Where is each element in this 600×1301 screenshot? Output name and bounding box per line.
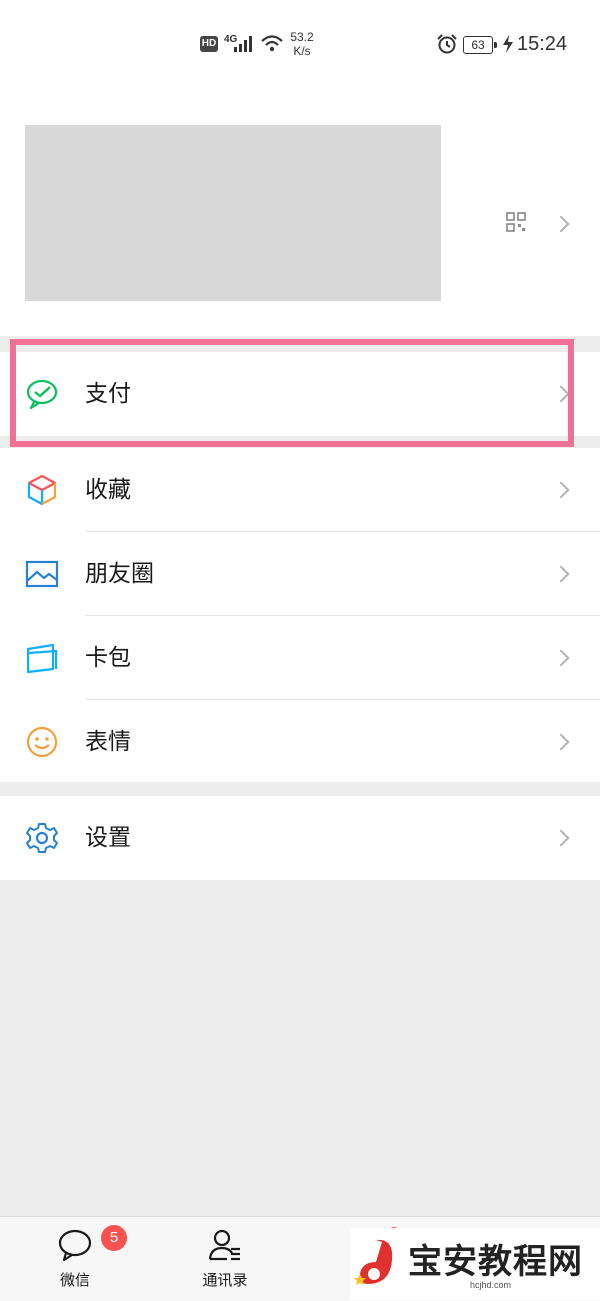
menu-group-settings: 设置 — [0, 796, 600, 880]
tab-chats[interactable]: 5 微信 — [15, 1217, 135, 1301]
contacts-icon — [208, 1229, 240, 1261]
menu-item-stickers[interactable]: 表情 — [0, 700, 600, 784]
signal-icon — [234, 36, 252, 52]
moments-image-icon — [25, 560, 59, 588]
alarm-icon — [437, 34, 457, 54]
menu-item-moments[interactable]: 朋友圈 — [0, 532, 600, 616]
menu-item-label: 支付 — [85, 381, 131, 407]
status-bar: HD 4G 53.2 K/s 63 15:24 — [0, 0, 600, 90]
menu-item-label: 卡包 — [85, 645, 131, 671]
battery-indicator: 63 — [463, 36, 497, 54]
menu-item-pay[interactable]: 支付 — [0, 352, 600, 436]
menu-item-cards[interactable]: 卡包 — [0, 616, 600, 700]
speed-value: 53.2 — [290, 30, 314, 44]
menu-item-label: 朋友圈 — [85, 561, 154, 587]
charging-icon — [503, 35, 513, 53]
settings-gear-icon — [26, 823, 58, 853]
wifi-icon — [261, 35, 283, 52]
emoji-smile-icon — [26, 726, 58, 758]
profile-info-redacted — [25, 125, 441, 301]
menu-item-label: 收藏 — [85, 477, 131, 503]
menu-item-label: 设置 — [85, 825, 131, 851]
watermark-url: hcjhd.com — [470, 1280, 512, 1290]
chevron-right-icon — [552, 481, 570, 499]
tab-contacts[interactable]: 通讯录 — [165, 1217, 285, 1301]
chevron-right-icon — [552, 565, 570, 583]
chevron-right-icon — [552, 649, 570, 667]
watermark-text: 宝安教程网 — [408, 1242, 583, 1282]
chevron-right-icon — [552, 385, 570, 403]
clock: 15:24 — [517, 33, 568, 55]
menu-item-settings[interactable]: 设置 — [0, 796, 600, 880]
menu-item-label: 表情 — [85, 729, 131, 755]
menu-group-pay: 支付 — [0, 352, 600, 436]
chat-bubble-icon — [58, 1229, 92, 1262]
watermark-logo-icon — [354, 1239, 393, 1285]
watermark: 宝安教程网 hcjhd.com — [350, 1228, 600, 1300]
unread-badge: 5 — [101, 1225, 127, 1251]
tab-label: 通讯录 — [202, 1271, 248, 1289]
speed-unit: K/s — [293, 44, 311, 58]
chevron-right-icon — [552, 733, 570, 751]
menu-item-favorites[interactable]: 收藏 — [0, 448, 600, 532]
network-speed: 53.2 K/s — [286, 30, 318, 58]
pay-icon — [26, 379, 58, 410]
menu-group-main: 收藏 朋友圈 卡包 表情 — [0, 448, 600, 782]
chevron-right-icon — [552, 215, 570, 233]
tab-label: 微信 — [59, 1271, 90, 1289]
profile-card[interactable] — [0, 90, 600, 336]
chevron-right-icon — [552, 829, 570, 847]
hd-indicator: HD — [200, 36, 218, 52]
card-wallet-icon — [26, 643, 58, 674]
qrcode-icon[interactable] — [506, 212, 526, 232]
favorites-cube-icon — [27, 474, 57, 506]
